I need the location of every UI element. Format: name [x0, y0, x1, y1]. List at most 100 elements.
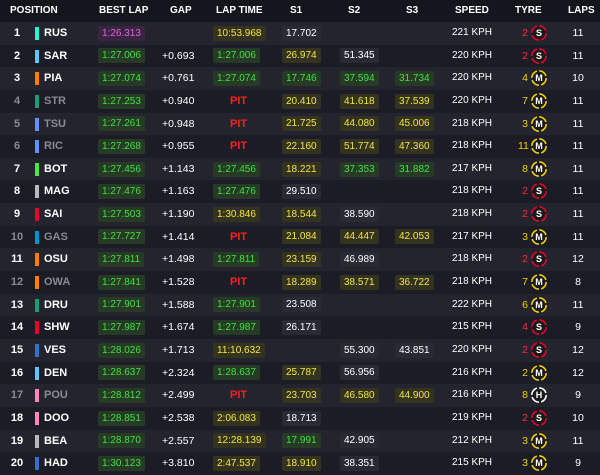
speed-value: 217 KPH: [452, 162, 493, 174]
driver-code[interactable]: TSU: [44, 113, 66, 136]
table-row[interactable]: 17 POU 1:28.812 +2.499 PIT 23.703 46.580 44.900…: [0, 384, 600, 407]
gap-value: +1.588: [162, 298, 195, 311]
table-row[interactable]: 18 DOO 1:28.851 +2.538 2:06.083 18.713 219 KPH…: [0, 406, 600, 430]
table-row[interactable]: 19 BEA 1:28.870 +2.557 12:28.139 17.991 42.905…: [0, 429, 600, 453]
sector-s1-time: 21.725: [282, 116, 321, 132]
driver-code[interactable]: MAG: [44, 180, 70, 203]
driver-code[interactable]: DOO: [44, 407, 69, 430]
best-lap-cell: 1:27.503: [98, 203, 145, 226]
sector-s2-time: 38.571: [340, 274, 379, 290]
tyre-laps: 2: [522, 253, 528, 266]
table-row[interactable]: 4 STR 1:27.253 +0.940 PIT 20.410 41.618 37.539 2…: [0, 89, 600, 113]
team-color-bar: [35, 321, 39, 335]
driver-code[interactable]: DRU: [44, 294, 68, 317]
table-row[interactable]: 2 SAR 1:27.006 +0.693 1:27.006 26.974 51.345 22…: [0, 44, 600, 68]
driver-code[interactable]: VES: [44, 339, 66, 362]
table-row[interactable]: 12 OWA 1:27.841 +1.528 PIT 18.289 38.571 36.722…: [0, 271, 600, 294]
speed-value: 212 KPH: [452, 434, 493, 446]
driver-code[interactable]: BEA: [44, 430, 67, 453]
table-row[interactable]: 1 RUS 1:26.313 10:53.968 17.702 221 KPH 2 S 11: [0, 22, 600, 45]
driver-code[interactable]: OWA: [44, 271, 70, 294]
lap-time-cell: 1:27.901: [213, 294, 260, 317]
tyre-laps: 3: [522, 117, 528, 130]
header-s2[interactable]: S2: [348, 5, 360, 16]
driver-code[interactable]: HAD: [44, 452, 68, 475]
table-row[interactable]: 15 VES 1:28.026 +1.713 11:10.632 55.300 43.851…: [0, 338, 600, 362]
svg-text:M: M: [535, 119, 543, 129]
svg-text:M: M: [535, 458, 543, 468]
table-row[interactable]: 7 BOT 1:27.456 +1.143 1:27.456 18.221 37.353 31…: [0, 157, 600, 181]
driver-code[interactable]: POU: [44, 384, 68, 407]
tyre-compound-icon: M: [531, 455, 547, 472]
table-row[interactable]: 8 MAG 1:27.476 +1.163 1:27.476 29.510 218 KPH 2…: [0, 180, 600, 204]
sector-s1-cell: 22.160: [282, 135, 321, 158]
position-number: 12: [10, 276, 24, 289]
driver-code[interactable]: SAR: [44, 45, 67, 68]
driver-code[interactable]: RUS: [44, 22, 67, 45]
sector-s2-time: 37.594: [340, 71, 379, 86]
table-row[interactable]: 11 OSU 1:27.811 +1.498 1:27.811 23.159 46.989 2…: [0, 248, 600, 272]
position-number: 19: [10, 434, 24, 447]
tyre-compound-icon: M: [531, 138, 547, 155]
laps-count: 11: [572, 49, 584, 62]
sector-s1-cell: 18.910: [282, 452, 321, 475]
tyre-laps: 2: [522, 27, 528, 39]
header-speed[interactable]: SPEED: [455, 5, 489, 16]
lap-time: 1:27.987: [213, 320, 260, 336]
lap-time-cell: 1:28.637: [213, 362, 260, 385]
speed-value: 217 KPH: [452, 230, 493, 242]
tyre-compound-icon: S: [531, 25, 547, 41]
sector-s2-time: 56.956: [340, 365, 379, 381]
table-row[interactable]: 10 GAS 1:27.727 +1.414 PIT 21.084 44.447 42.053…: [0, 225, 600, 249]
sector-s2-time: 46.989: [340, 252, 379, 268]
speed-value: 218 KPH: [452, 117, 493, 129]
sector-s1-time: 17.702: [282, 25, 321, 41]
speed-value: 216 KPH: [452, 366, 493, 378]
header-best-lap[interactable]: BEST LAP: [99, 5, 148, 16]
driver-code[interactable]: PIA: [44, 67, 62, 90]
driver-code[interactable]: SAI: [44, 203, 62, 226]
sector-s1-cell: 18.289: [282, 271, 321, 294]
table-row[interactable]: 3 PIA 1:27.074 +0.761 1:27.074 17.746 37.594 31…: [0, 67, 600, 90]
table-row[interactable]: 16 DEN 1:28.637 +2.324 1:28.637 25.787 56.956 2…: [0, 361, 600, 385]
header-laps[interactable]: LAPS: [568, 5, 595, 16]
position-number: 5: [13, 117, 21, 130]
sector-s2-time: 55.300: [340, 342, 379, 358]
lap-time: 1:27.811: [213, 252, 260, 268]
best-lap-time: 1:28.870: [98, 433, 145, 449]
header-s3[interactable]: S3: [406, 5, 418, 16]
sector-s3-cell: 45.006: [395, 113, 434, 136]
driver-code[interactable]: RIC: [44, 135, 63, 158]
timing-rows: 1 RUS 1:26.313 10:53.968 17.702 221 KPH 2 S 11 2 S…: [0, 22, 600, 475]
sector-s2-cell: 55.300: [340, 339, 379, 362]
driver-code[interactable]: DEN: [44, 362, 67, 385]
sector-s2-cell: 41.618: [340, 90, 379, 113]
sector-s2-cell: 44.080: [340, 113, 379, 136]
sector-s1-cell: 25.787: [282, 362, 321, 385]
header-s1[interactable]: S1: [290, 5, 302, 16]
laps-count: 11: [572, 94, 584, 107]
header-lap-time[interactable]: LAP TIME: [216, 5, 262, 16]
best-lap-time: 1:27.268: [98, 138, 145, 154]
table-row[interactable]: 13 DRU 1:27.901 +1.588 1:27.901 23.508 222 KPH…: [0, 293, 600, 317]
table-row[interactable]: 14 SHW 1:27.987 +1.674 1:27.987 26.171 215 KPH…: [0, 316, 600, 339]
svg-text:S: S: [536, 209, 542, 219]
header-tyre[interactable]: TYRE: [515, 5, 542, 16]
table-row[interactable]: 9 SAI 1:27.503 +1.190 1:30.846 18.544 38.590 21…: [0, 203, 600, 226]
sector-s1-time: 18.289: [282, 274, 321, 290]
driver-code[interactable]: OSU: [44, 248, 68, 271]
table-row[interactable]: 20 HAD 1:30.123 +3.810 2:47.537 18.910 38.351 2…: [0, 452, 600, 475]
driver-code[interactable]: STR: [44, 90, 66, 113]
table-row[interactable]: 6 RIC 1:27.268 +0.955 PIT 22.160 51.774 47.360 2…: [0, 135, 600, 158]
header-position[interactable]: POSITION: [10, 5, 58, 16]
table-row[interactable]: 5 TSU 1:27.261 +0.948 PIT 21.725 44.080 45.006 2…: [0, 112, 600, 136]
lap-time: 10:53.968: [213, 25, 266, 41]
best-lap-time: 1:27.074: [98, 71, 145, 86]
laps-count: 11: [572, 185, 584, 198]
driver-code[interactable]: GAS: [44, 226, 68, 249]
timing-table: POSITION BEST LAP GAP LAP TIME S1 S2 S3 …: [0, 0, 600, 475]
header-gap[interactable]: GAP: [170, 5, 192, 16]
driver-code[interactable]: SHW: [44, 316, 70, 339]
best-lap-time: 1:27.841: [98, 274, 145, 290]
driver-code[interactable]: BOT: [44, 158, 67, 181]
